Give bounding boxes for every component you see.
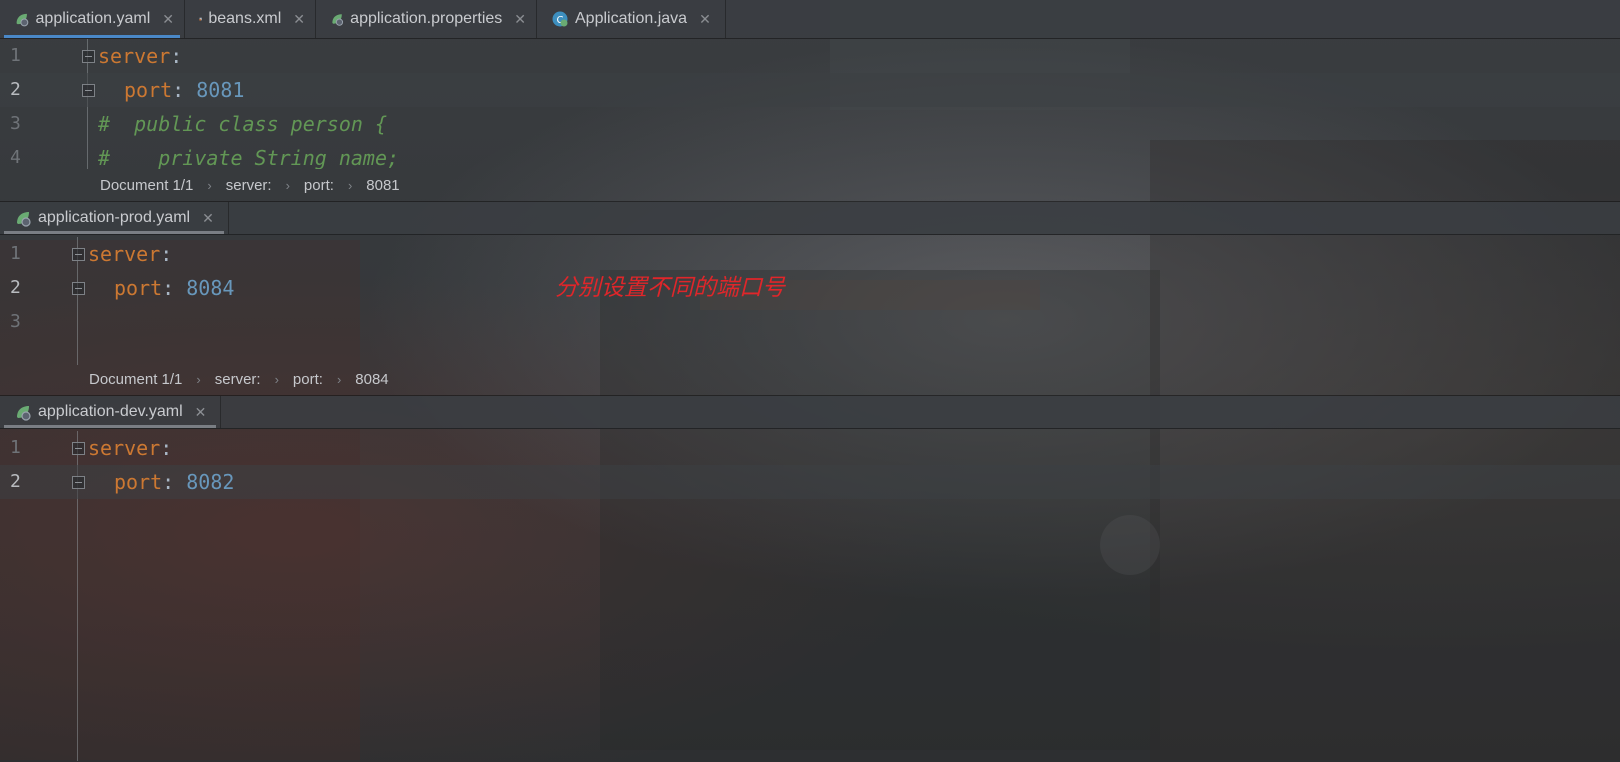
yaml-colon: : (162, 470, 187, 494)
yaml-key: port (114, 276, 163, 300)
fold-marker-icon[interactable] (82, 84, 95, 97)
code-line[interactable]: 2 port: 8084 (0, 271, 1620, 305)
xml-icon (199, 17, 202, 21)
fold-marker-icon[interactable] (72, 476, 85, 489)
fold-marker-icon[interactable] (72, 282, 85, 295)
yaml-key: server (98, 44, 171, 68)
chevron-right-icon: › (274, 371, 279, 387)
line-number: 1 (10, 243, 21, 264)
chevron-right-icon: › (196, 371, 201, 387)
tab-application-yaml[interactable]: application.yaml ✕ (0, 0, 185, 38)
code-editor[interactable]: 1 server: 2 port: 8082 (0, 431, 1620, 761)
yaml-key: port (114, 470, 163, 494)
tab-label: application-dev.yaml (38, 403, 183, 420)
java-class-icon: C (552, 11, 568, 27)
line-number: 2 (10, 79, 21, 100)
yaml-value: 8081 (196, 78, 245, 102)
yaml-key: port (124, 78, 173, 102)
line-number: 3 (10, 113, 21, 134)
close-icon[interactable]: ✕ (195, 404, 207, 421)
yaml-value: 8084 (186, 276, 235, 300)
line-number: 2 (10, 277, 21, 298)
tab-beans-xml[interactable]: beans.xml ✕ (185, 0, 316, 38)
editor-pane-application-prod-yaml: application-prod.yaml ✕ 1 server: 2 port… (0, 202, 1620, 388)
tab-label: Application.java (575, 10, 688, 27)
breadcrumb-item[interactable]: 8081 (366, 177, 399, 194)
breadcrumb-item[interactable]: port: (304, 177, 334, 194)
yaml-comment: # private String name; (98, 146, 400, 169)
chevron-right-icon: › (336, 371, 342, 387)
chevron-right-icon: › (285, 177, 290, 193)
yaml-comment: # public class person { (98, 112, 387, 136)
close-icon[interactable]: ✕ (293, 11, 305, 28)
close-icon[interactable]: ✕ (202, 210, 214, 227)
spring-icon (17, 406, 31, 421)
fold-marker-icon[interactable] (72, 442, 85, 455)
breadcrumb-item[interactable]: Document 1/1 (100, 177, 193, 194)
breadcrumb-item[interactable]: server: (215, 371, 261, 388)
tab-label: application.yaml (35, 10, 151, 27)
line-number: 1 (10, 45, 21, 66)
chevron-right-icon: › (207, 177, 212, 193)
yaml-value: 8082 (186, 470, 235, 494)
editor-pane-application-yaml: application.yaml ✕ beans.xml ✕ applicati… (0, 0, 1620, 194)
tab-application-properties[interactable]: application.properties ✕ (316, 0, 537, 38)
close-icon[interactable]: ✕ (514, 11, 526, 28)
fold-marker-icon[interactable] (72, 248, 85, 261)
breadcrumb-item[interactable]: server: (226, 177, 272, 194)
code-line[interactable]: 2 port: 8082 (0, 465, 1620, 499)
code-line[interactable]: 3 (0, 305, 1620, 339)
fold-marker-icon[interactable] (82, 50, 95, 63)
breadcrumb-item[interactable]: 8084 (355, 371, 388, 388)
tab-application-dev-yaml[interactable]: application-dev.yaml ✕ (0, 396, 221, 428)
breadcrumb-item[interactable]: port: (293, 371, 323, 388)
tab-application-prod-yaml[interactable]: application-prod.yaml ✕ (0, 202, 229, 234)
code-line[interactable]: 2 port: 8081 (0, 73, 1620, 107)
code-editor[interactable]: 1 server: 2 port: 8081 3 # public class … (0, 39, 1620, 169)
line-number: 1 (10, 437, 21, 458)
yaml-colon: : (160, 242, 173, 266)
yaml-colon: : (160, 436, 173, 460)
line-number: 3 (10, 311, 21, 332)
code-editor[interactable]: 1 server: 2 port: 8084 3 (0, 237, 1620, 365)
spring-icon (332, 14, 344, 26)
code-line[interactable]: 3 # public class person { (0, 107, 1620, 141)
spring-icon (17, 212, 31, 227)
editor-tab-bar: application.yaml ✕ beans.xml ✕ applicati… (0, 0, 1620, 39)
yaml-colon: : (172, 78, 197, 102)
editor-pane-application-dev-yaml: application-dev.yaml ✕ 1 server: 2 port:… (0, 396, 1620, 761)
breadcrumb: Document 1/1 › server: › port: › 8081 (100, 170, 400, 200)
yaml-key: server (88, 436, 161, 460)
line-number: 2 (10, 471, 21, 492)
tab-label: application-prod.yaml (38, 209, 191, 226)
chevron-right-icon: › (347, 177, 353, 193)
code-line[interactable]: 4 # private String name; (0, 141, 1620, 169)
tab-label: beans.xml (208, 10, 282, 27)
tab-label: application.properties (350, 10, 503, 27)
editor-tab-bar: application-dev.yaml ✕ (0, 396, 1620, 429)
annotation-text: 分别设置不同的端口号 (555, 275, 785, 301)
code-line[interactable]: 1 server: (0, 39, 1620, 73)
breadcrumb-item[interactable]: Document 1/1 (89, 371, 182, 388)
yaml-colon: : (170, 44, 183, 68)
line-number: 4 (10, 147, 21, 168)
close-icon[interactable]: ✕ (162, 11, 174, 28)
code-line[interactable]: 1 server: (0, 237, 1620, 271)
close-icon[interactable]: ✕ (699, 11, 711, 28)
yaml-colon: : (162, 276, 187, 300)
editor-tab-bar: application-prod.yaml ✕ (0, 202, 1620, 235)
spring-icon (16, 13, 29, 27)
breadcrumb: Document 1/1 › server: › port: › 8084 (89, 364, 389, 394)
code-line[interactable]: 1 server: (0, 431, 1620, 465)
yaml-key: server (88, 242, 161, 266)
tab-application-java[interactable]: C Application.java ✕ (537, 0, 726, 38)
